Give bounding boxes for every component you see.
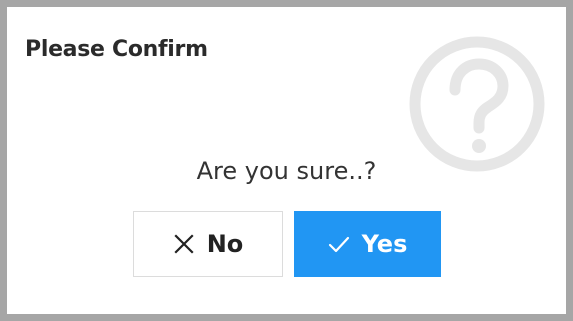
no-button-label: No <box>206 230 244 258</box>
question-circle-icon <box>409 36 545 172</box>
dialog-message: Are you sure..? <box>196 157 377 185</box>
yes-button-label: Yes <box>361 230 408 258</box>
dialog-title: Please Confirm <box>25 37 208 62</box>
close-icon <box>173 233 195 255</box>
check-icon <box>328 233 350 255</box>
no-button[interactable]: No <box>133 211 283 277</box>
yes-button[interactable]: Yes <box>294 211 441 277</box>
confirm-dialog: Please Confirm Are you sure..? No Yes <box>7 7 566 314</box>
